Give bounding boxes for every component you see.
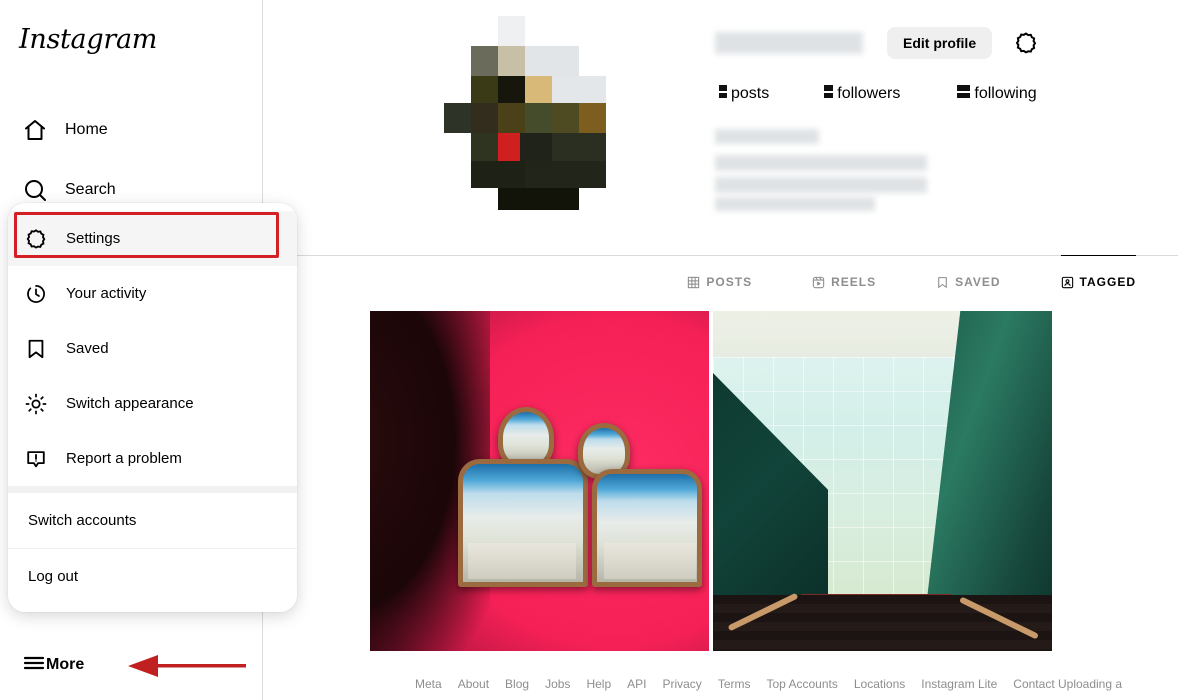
menu-item-log-out-label: Log out <box>28 568 79 585</box>
menu-item-settings[interactable]: Settings <box>8 211 297 266</box>
bookmark-icon <box>24 337 48 361</box>
table-reflection-left <box>468 543 576 579</box>
footer-link-about[interactable]: About <box>458 677 489 691</box>
footer-link-contact-uploading[interactable]: Contact Uploading a <box>1013 677 1122 691</box>
post-thumbnail-green-stairwell[interactable] <box>713 311 1052 651</box>
avatar[interactable] <box>432 8 612 210</box>
menu-item-your-activity-label: Your activity <box>66 285 147 302</box>
main-content: Edit profile posts followers following P… <box>263 0 1178 700</box>
menu-item-saved[interactable]: Saved <box>8 321 297 376</box>
tagged-person-icon <box>1061 276 1074 289</box>
bookmark-icon <box>936 276 949 289</box>
tab-saved-label: SAVED <box>955 275 1001 289</box>
staircase <box>713 595 1052 651</box>
footer-link-help[interactable]: Help <box>586 677 611 691</box>
profile-fullname-redacted <box>715 129 819 144</box>
stat-followers[interactable]: followers <box>819 85 900 103</box>
tab-posts-label: POSTS <box>706 275 753 289</box>
menu-item-saved-label: Saved <box>66 340 109 357</box>
footer-link-top-accounts[interactable]: Top Accounts <box>766 677 837 691</box>
sun-icon <box>24 392 48 416</box>
more-dropdown-menu: Settings Your activity Saved Switch appe… <box>8 203 297 612</box>
tab-reels[interactable]: REELS <box>812 255 876 308</box>
table-reflection-right <box>604 543 696 579</box>
footer-link-terms[interactable]: Terms <box>718 677 751 691</box>
footer-link-privacy[interactable]: Privacy <box>662 677 701 691</box>
profile-meta: Edit profile posts followers following <box>715 25 1175 211</box>
stat-posts[interactable]: posts <box>715 85 769 103</box>
footer-link-jobs[interactable]: Jobs <box>545 677 570 691</box>
menu-item-switch-accounts-label: Switch accounts <box>28 512 137 529</box>
footer-link-instagram-lite[interactable]: Instagram Lite <box>921 677 997 691</box>
tab-reels-label: REELS <box>831 275 877 289</box>
tab-saved[interactable]: SAVED <box>936 255 1000 308</box>
sidebar-item-home[interactable]: Home <box>10 106 253 154</box>
sidebar-item-search-label: Search <box>65 181 116 198</box>
menu-item-report-a-problem[interactable]: Report a problem <box>8 431 297 486</box>
profile-identity-row: Edit profile <box>715 25 1175 61</box>
menu-item-switch-appearance-label: Switch appearance <box>66 395 194 412</box>
stat-followers-label: followers <box>837 85 901 102</box>
footer-link-api[interactable]: API <box>627 677 646 691</box>
profile-header: Edit profile posts followers following <box>263 0 1178 240</box>
profile-stats: posts followers following <box>715 85 1087 103</box>
stat-followers-value-redacted <box>819 85 834 98</box>
more-pointer-arrow-annotation <box>128 655 246 677</box>
sidebar-item-home-label: Home <box>65 121 108 138</box>
profile-bio-line-redacted <box>715 197 875 211</box>
menu-divider-thick <box>8 486 297 493</box>
menu-item-settings-label: Settings <box>66 230 121 247</box>
menu-item-switch-appearance[interactable]: Switch appearance <box>8 376 297 431</box>
home-icon <box>22 117 48 143</box>
sidebar-item-more-label: More <box>46 656 85 673</box>
footer-link-blog[interactable]: Blog <box>505 677 529 691</box>
post-grid <box>370 311 1052 651</box>
stat-following-value-redacted <box>950 85 971 98</box>
profile-bio-line-redacted <box>715 177 927 193</box>
edit-profile-button[interactable]: Edit profile <box>887 27 993 59</box>
instagram-logo[interactable]: Instagram <box>19 24 157 55</box>
stat-posts-value-redacted <box>715 85 727 98</box>
profile-tabs: POSTS REELS SAVED TAGGED <box>263 255 1178 309</box>
post-thumbnail-pink-mirrors[interactable] <box>370 311 709 651</box>
profile-username-redacted <box>715 32 863 54</box>
menu-bottom-padding <box>8 604 297 612</box>
gear-icon <box>24 227 48 251</box>
stat-following[interactable]: following <box>950 85 1037 103</box>
menu-item-report-a-problem-label: Report a problem <box>66 450 182 467</box>
tab-posts[interactable]: POSTS <box>687 255 752 308</box>
footer-links: Meta About Blog Jobs Help API Privacy Te… <box>263 668 1178 700</box>
reels-icon <box>812 276 825 289</box>
grid-icon <box>687 276 700 289</box>
menu-item-log-out[interactable]: Log out <box>8 549 297 604</box>
instagram-profile-page: Instagram Home Search More Settings Your… <box>0 0 1178 700</box>
footer-link-meta[interactable]: Meta <box>415 677 442 691</box>
stat-posts-label: posts <box>731 85 770 102</box>
gear-icon[interactable] <box>1014 31 1038 55</box>
search-icon <box>22 177 48 203</box>
exclamation-bubble-icon <box>24 447 48 471</box>
tab-tagged-label: TAGGED <box>1079 275 1136 289</box>
menu-item-switch-accounts[interactable]: Switch accounts <box>8 493 297 548</box>
footer-link-locations[interactable]: Locations <box>854 677 905 691</box>
tab-tagged[interactable]: TAGGED <box>1060 255 1136 308</box>
menu-item-your-activity[interactable]: Your activity <box>8 266 297 321</box>
stat-following-label: following <box>974 85 1037 102</box>
clock-activity-icon <box>24 282 48 306</box>
hamburger-menu-icon <box>22 651 46 680</box>
profile-bio-line-redacted <box>715 155 927 171</box>
